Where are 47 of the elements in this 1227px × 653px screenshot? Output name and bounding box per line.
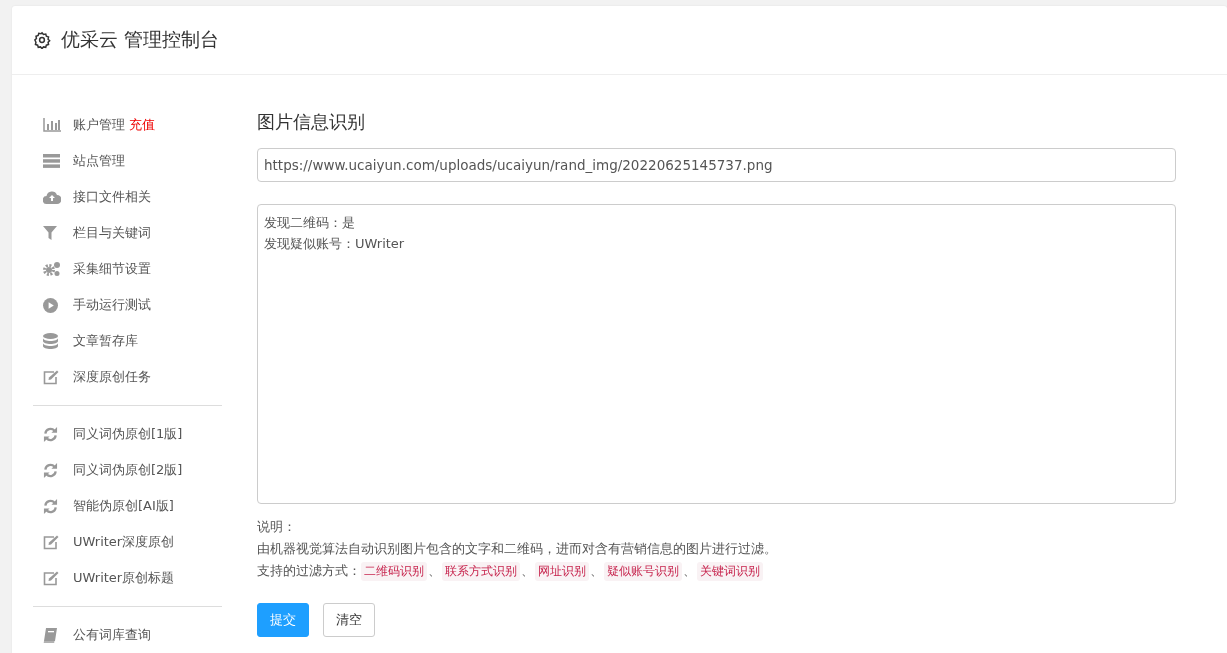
bar-chart-icon: [43, 118, 61, 132]
method-tag: 疑似账号识别: [604, 561, 682, 581]
sidebar-link[interactable]: 同义词伪原创[2版]: [73, 461, 183, 479]
cloud-upload-icon: [43, 190, 61, 204]
notes-description: 由机器视觉算法自动识别图片包含的文字和二维码，进而对含有营销信息的图片进行过滤。: [257, 540, 778, 558]
database-icon: [43, 333, 58, 349]
sidebar-link[interactable]: 文章暂存库: [73, 332, 138, 350]
refresh-icon: [43, 426, 58, 442]
sidebar-link[interactable]: 站点管理: [73, 152, 125, 170]
book-icon: [43, 627, 57, 643]
server-icon: [43, 154, 60, 168]
sidebar-link[interactable]: UWriter深度原创: [73, 533, 175, 551]
notes-heading: 说明：: [257, 518, 297, 536]
recharge-link[interactable]: 充值: [129, 116, 155, 134]
separator: 、: [521, 562, 534, 580]
sidebar-link[interactable]: 深度原创任务: [73, 368, 151, 386]
refresh-icon: [43, 462, 58, 478]
sidebar-link[interactable]: 智能伪原创[AI版]: [73, 497, 174, 515]
edit-icon: [43, 534, 59, 550]
console-title: 优采云 管理控制台: [61, 27, 220, 52]
result-line: 发现二维码：是: [264, 214, 356, 232]
method-tag: 联系方式识别: [442, 561, 520, 581]
sidebar-link[interactable]: 采集细节设置: [73, 260, 151, 278]
separator: 、: [428, 562, 441, 580]
methods-label: 支持的过滤方式：: [257, 562, 361, 580]
sidebar-link[interactable]: 栏目与关键词: [73, 224, 151, 242]
play-icon: [43, 297, 58, 313]
sidebar-link[interactable]: 公有词库查询: [73, 626, 151, 644]
method-tag: 网址识别: [535, 561, 589, 581]
clear-button[interactable]: 清空: [323, 603, 375, 637]
url-field[interactable]: https://www.ucaiyun.com/uploads/ucaiyun/rand_img/20220625145737.png: [257, 148, 1176, 182]
sidebar-link[interactable]: 接口文件相关: [73, 188, 151, 206]
sidebar-link[interactable]: 账户管理: [73, 116, 125, 134]
edit-icon: [43, 369, 59, 385]
result-line: 发现疑似账号：UWriter: [264, 235, 406, 253]
sidebar-link[interactable]: 手动运行测试: [73, 296, 151, 314]
filter-icon: [43, 226, 57, 240]
separator: 、: [590, 562, 603, 580]
separator: 、: [683, 562, 696, 580]
edit-icon: [43, 570, 59, 586]
section-title: 图片信息识别: [257, 110, 366, 134]
result-box[interactable]: 发现二维码：是 发现疑似账号：UWriter: [257, 204, 1176, 504]
method-tag: 二维码识别: [361, 561, 427, 581]
method-tag: 关键词识别: [697, 561, 763, 581]
refresh-icon: [43, 498, 58, 514]
sidebar-link[interactable]: UWriter原创标题: [73, 569, 175, 587]
sidebar-link[interactable]: 同义词伪原创[1版]: [73, 425, 183, 443]
